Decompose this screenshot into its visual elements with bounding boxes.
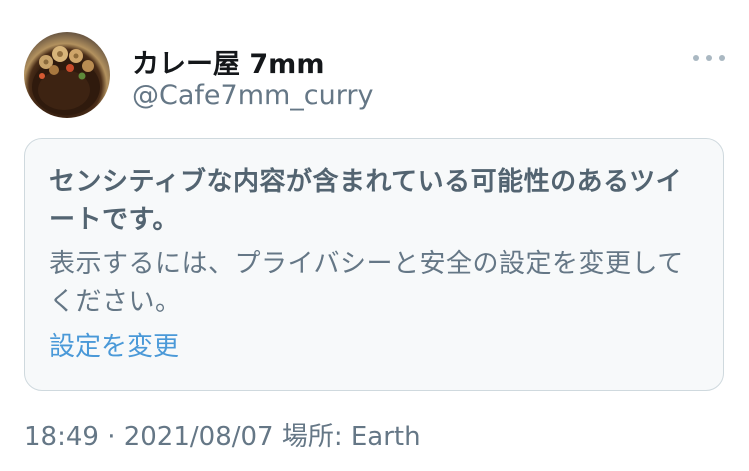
tweet: カレー屋 7mm @Cafe7mm_curry センシティブな内容が含まれている… [0, 0, 749, 471]
user-handle[interactable]: @Cafe7mm_curry [132, 80, 373, 111]
tweet-timestamp-location: 18:49 · 2021/08/07 場所: Earth [24, 422, 421, 452]
dot [706, 55, 712, 61]
avatar[interactable] [24, 32, 110, 118]
change-settings-link[interactable]: 設定を変更 [49, 326, 179, 363]
sensitive-warning-body: 表示するには、プライバシーと安全の設定を変更してください。 [49, 249, 684, 317]
dot [693, 55, 699, 61]
more-dots-icon[interactable] [693, 48, 725, 68]
sensitive-warning-title: センシティブな内容が含まれている可能性のあるツイートです。 [49, 167, 683, 235]
curry-plate-avatar-icon [32, 46, 100, 115]
sensitive-content-card: センシティブな内容が含まれている可能性のあるツイートです。 表示するには、プライ… [24, 138, 724, 391]
display-name[interactable]: カレー屋 7mm [132, 42, 324, 81]
dot [719, 55, 725, 61]
